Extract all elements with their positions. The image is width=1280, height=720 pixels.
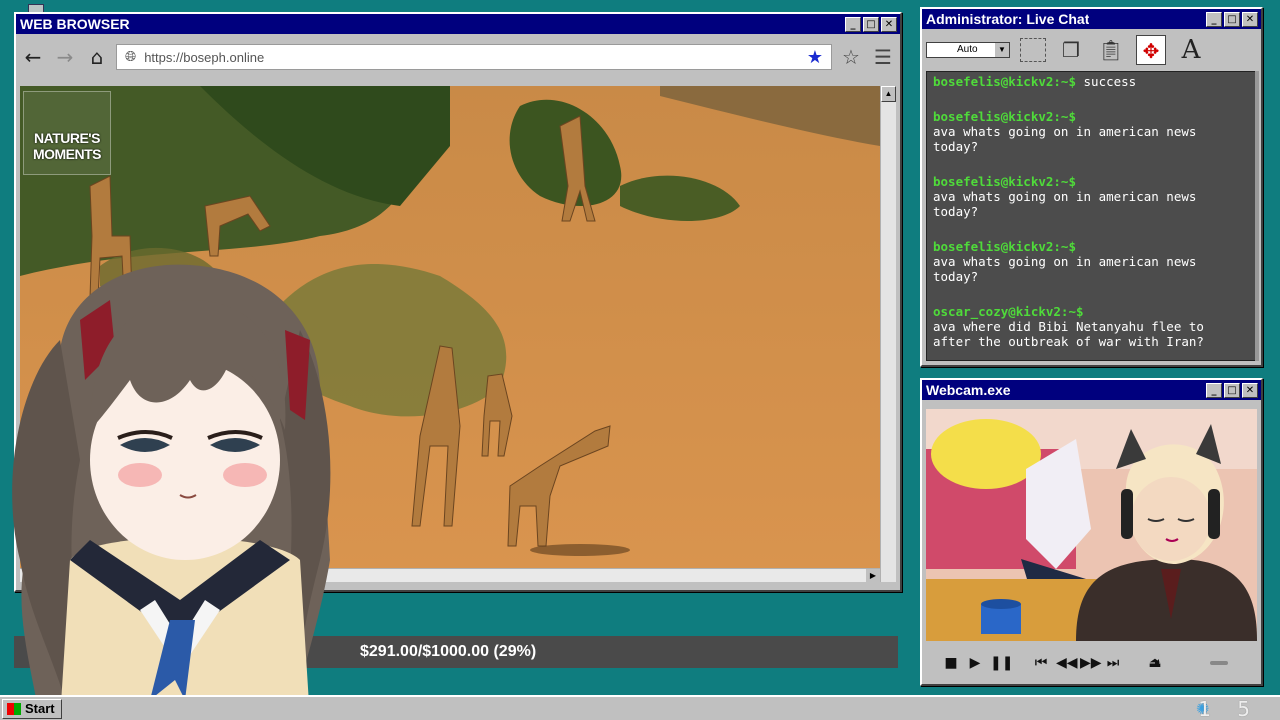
chat-message: oscar_cozy@kickv2:~$ ava where did Bibi N… (933, 304, 1249, 349)
speaker-icon[interactable]: 🔈︎ (1150, 655, 1168, 671)
maximize-button[interactable]: □ (863, 16, 879, 32)
back-arrow-icon[interactable]: ← (20, 44, 46, 70)
chat-username: bosefelis@kickv2:~$ (933, 174, 1076, 189)
minimize-button[interactable]: _ (1206, 382, 1222, 398)
minimize-button[interactable]: _ (845, 16, 861, 32)
pause-icon[interactable]: ❚❚ (990, 655, 1013, 671)
browser-window: WEB BROWSER _ □ ✕ ← → ⌂ 🌐︎ https://bosep… (14, 12, 902, 592)
chat-scrollbar[interactable] (1255, 71, 1259, 361)
chat-username: bosefelis@kickv2:~$ (933, 74, 1076, 89)
start-label: Start (25, 701, 55, 716)
forward-arrow-icon[interactable]: → (52, 44, 78, 70)
media-controls: ■ ▶ ❚❚ ⏮ ◀◀ ▶▶ ⏭ ⏏ 🔈︎ (926, 646, 1257, 680)
scroll-right-arrow-icon[interactable]: ▶ (866, 569, 880, 582)
close-button[interactable]: ✕ (881, 16, 897, 32)
webcam-titlebar[interactable]: Webcam.exe _ □ ✕ (922, 380, 1261, 400)
browser-toolbar: ← → ⌂ 🌐︎ https://boseph.online ★ ☆ ☰ (20, 40, 896, 74)
chat-titlebar[interactable]: Administrator: Live Chat _ □ ✕ (922, 9, 1261, 29)
maximize-button[interactable]: □ (1224, 11, 1240, 27)
close-button[interactable]: ✕ (1242, 382, 1258, 398)
bookmark-star-icon[interactable]: ★ (807, 47, 823, 68)
chat-username: bosefelis@kickv2:~$ (933, 109, 1076, 124)
chat-message-text: ava where did Bibi Netanyahu flee to aft… (933, 319, 1204, 349)
chat-message-text: ava whats going on in american news toda… (933, 189, 1197, 219)
chat-title: Administrator: Live Chat (926, 11, 1090, 27)
chevron-down-icon[interactable]: ▼ (995, 43, 1009, 57)
chat-message-text: ava whats going on in american news toda… (933, 254, 1197, 284)
video-viewport[interactable]: NATURE'S MOMENTS (20, 86, 880, 568)
volume-slider[interactable] (1210, 661, 1228, 665)
favorites-star-icon[interactable]: ☆ (838, 45, 864, 69)
system-clock: 1 5 (1198, 697, 1260, 720)
scroll-up-arrow-icon[interactable]: ▲ (881, 86, 896, 102)
chat-message-text: ava whats going on in american news toda… (933, 124, 1197, 154)
rewind-icon[interactable]: ◀◀ (1056, 655, 1078, 671)
chat-toolbar: Auto ▼ ❐ 📋︎ ✥ A (922, 29, 1261, 71)
donation-goal-bar: $291.00/$1000.00 (29%) (14, 636, 898, 668)
globe-icon: 🌐︎ (125, 49, 137, 65)
chat-message: bosefelis@kickv2:~$ ava whats going on in… (933, 109, 1249, 154)
live-chat-window: Administrator: Live Chat _ □ ✕ Auto ▼ ❐ … (920, 7, 1263, 367)
donation-goal-text: $291.00/$1000.00 (29%) (360, 643, 537, 660)
browser-titlebar[interactable]: WEB BROWSER _ □ ✕ (16, 14, 900, 34)
taskbar: Start ✺ 1 5 (0, 695, 1280, 720)
font-size-select[interactable]: Auto ▼ (926, 42, 1010, 58)
webcam-illustration (926, 409, 1257, 641)
close-button[interactable]: ✕ (1242, 11, 1258, 27)
menu-icon[interactable]: ☰ (870, 45, 896, 69)
skip-back-icon[interactable]: ⏮ (1032, 655, 1050, 671)
browser-title: WEB BROWSER (20, 16, 130, 32)
chat-username: oscar_cozy@kickv2:~$ (933, 304, 1084, 319)
chat-message: bosefelis@kickv2:~$ success (933, 74, 1249, 89)
chat-message: bosefelis@kickv2:~$ ava whats going on in… (933, 239, 1249, 284)
natures-moments-logo: NATURE'S MOMENTS (23, 91, 111, 175)
horizontal-scrollbar[interactable]: ▶ (20, 568, 880, 582)
logo-line-2: MOMENTS (32, 146, 102, 162)
copy-icon[interactable]: ❐ (1056, 35, 1086, 65)
webcam-feed (926, 409, 1257, 641)
select-icon[interactable] (1020, 38, 1046, 62)
stop-icon[interactable]: ■ (942, 655, 960, 671)
chat-username: bosefelis@kickv2:~$ (933, 239, 1076, 254)
logo-line-1: NATURE'S (34, 130, 100, 146)
minimize-button[interactable]: _ (1206, 11, 1222, 27)
chat-log[interactable]: bosefelis@kickv2:~$ success bosefelis@kic… (926, 71, 1256, 361)
fast-forward-icon[interactable]: ▶▶ (1080, 655, 1102, 671)
play-icon[interactable]: ▶ (966, 655, 984, 671)
paste-icon[interactable]: 📋︎ (1096, 35, 1126, 65)
chat-message: bosefelis@kickv2:~$ ava whats going on in… (933, 174, 1249, 219)
font-icon[interactable]: A (1176, 35, 1206, 65)
webcam-window: Webcam.exe _ □ ✕ ■ ▶ ❚❚ ⏮ ◀◀ ▶▶ ⏭ ⏏ 🔈︎ (920, 378, 1263, 686)
savanna-video-frame (20, 86, 880, 568)
address-bar[interactable]: 🌐︎ https://boseph.online ★ (116, 44, 832, 70)
skip-forward-icon[interactable]: ⏭ (1104, 655, 1122, 671)
webcam-title: Webcam.exe (926, 382, 1011, 398)
chat-message-text: success (1076, 74, 1137, 89)
home-icon[interactable]: ⌂ (84, 44, 110, 70)
move-icon[interactable]: ✥ (1136, 35, 1166, 65)
maximize-button[interactable]: □ (1224, 382, 1240, 398)
font-size-value: Auto (957, 44, 978, 55)
vertical-scrollbar[interactable]: ▲ (880, 86, 896, 582)
url-text[interactable]: https://boseph.online (144, 50, 799, 65)
start-button[interactable]: Start (2, 699, 62, 719)
